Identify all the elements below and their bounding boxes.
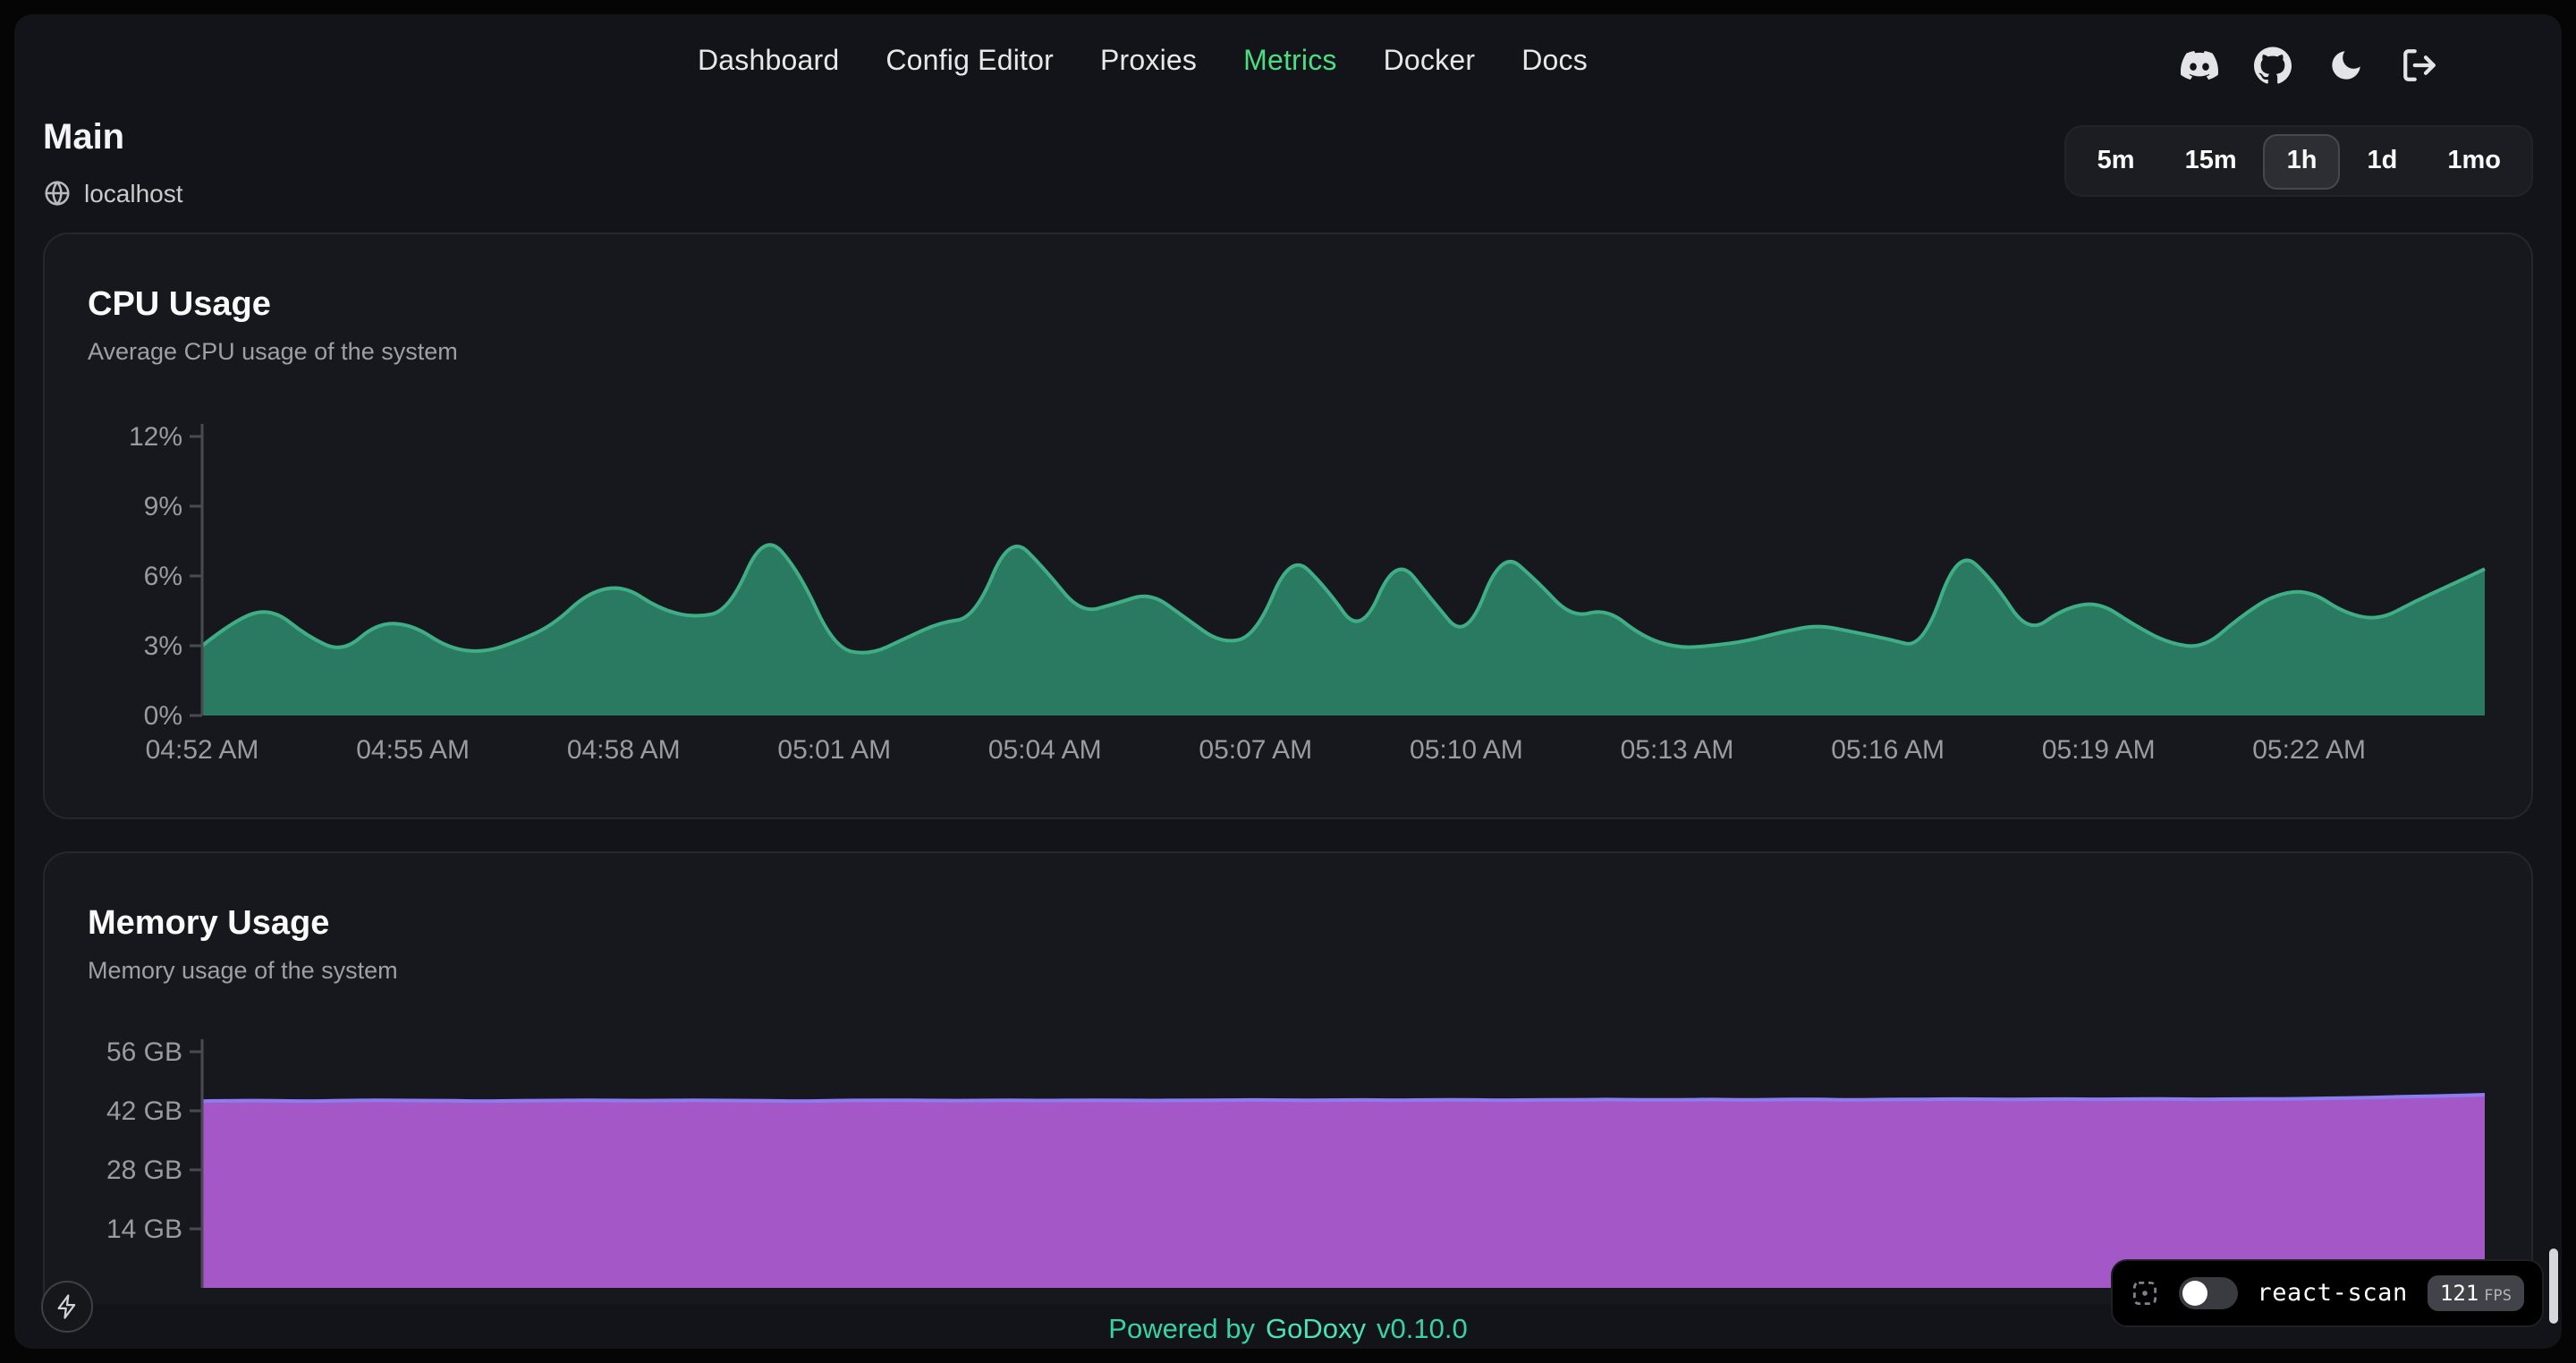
- powered-by-label: Powered by: [1108, 1315, 1255, 1347]
- globe-icon: [43, 179, 72, 207]
- memory-usage-card: Memory Usage Memory usage of the system …: [43, 851, 2533, 1304]
- svg-text:0%: 0%: [144, 701, 182, 731]
- react-scan-label: react-scan: [2257, 1279, 2408, 1308]
- time-range-15m[interactable]: 15m: [2162, 133, 2260, 189]
- memory-chart-area: 14 GB 28 GB 42 GB 56 GB: [88, 1027, 2488, 1288]
- svg-text:05:04 AM: 05:04 AM: [988, 735, 1102, 765]
- main-nav: Dashboard Config Editor Proxies Metrics …: [698, 47, 1588, 79]
- svg-text:3%: 3%: [144, 631, 182, 661]
- react-scan-widget: react-scan 121 FPS: [2110, 1259, 2544, 1327]
- time-range-1d[interactable]: 1d: [2344, 133, 2421, 189]
- dark-mode-toggle-button[interactable]: [2324, 43, 2367, 86]
- svg-text:28 GB: 28 GB: [106, 1156, 182, 1185]
- fps-badge: 121 FPS: [2428, 1275, 2524, 1311]
- godoxy-link[interactable]: GoDoxy: [1266, 1315, 1366, 1347]
- host-label: localhost: [84, 179, 183, 207]
- github-icon: [2253, 46, 2291, 83]
- host-row: localhost: [43, 179, 183, 207]
- time-range-5m[interactable]: 5m: [2074, 133, 2158, 189]
- svg-text:6%: 6%: [144, 562, 182, 591]
- react-scan-toggle[interactable]: [2178, 1277, 2237, 1309]
- cpu-usage-card: CPU Usage Average CPU usage of the syste…: [43, 233, 2533, 819]
- svg-text:14 GB: 14 GB: [106, 1215, 182, 1244]
- fps-value: 121: [2440, 1281, 2479, 1306]
- header-icon-row: [2177, 43, 2440, 86]
- toggle-knob: [2182, 1281, 2207, 1306]
- version-label: v0.10.0: [1377, 1315, 1468, 1347]
- discord-button[interactable]: [2177, 43, 2220, 86]
- fps-unit: FPS: [2484, 1288, 2512, 1306]
- svg-text:05:22 AM: 05:22 AM: [2252, 735, 2366, 765]
- logout-button[interactable]: [2397, 43, 2440, 86]
- nav-item-docker[interactable]: Docker: [1384, 47, 1476, 79]
- lightning-button[interactable]: [41, 1281, 93, 1333]
- svg-text:9%: 9%: [144, 492, 182, 521]
- app-root: Dashboard Config Editor Proxies Metrics …: [0, 0, 2576, 1363]
- nav-item-config-editor[interactable]: Config Editor: [886, 47, 1054, 79]
- svg-text:05:19 AM: 05:19 AM: [2042, 735, 2156, 765]
- svg-text:05:13 AM: 05:13 AM: [1621, 735, 1734, 765]
- svg-text:05:01 AM: 05:01 AM: [777, 735, 891, 765]
- svg-text:12%: 12%: [129, 422, 182, 452]
- svg-text:04:52 AM: 04:52 AM: [146, 735, 259, 765]
- nav-item-docs[interactable]: Docs: [1521, 47, 1588, 79]
- lightning-icon: [54, 1293, 80, 1320]
- cpu-card-subtitle: Average CPU usage of the system: [88, 338, 2488, 365]
- cpu-card-title: CPU Usage: [88, 284, 2488, 326]
- inspect-icon[interactable]: [2130, 1279, 2158, 1308]
- svg-text:05:10 AM: 05:10 AM: [1410, 735, 1523, 765]
- nav-item-proxies[interactable]: Proxies: [1100, 47, 1197, 79]
- time-range-selector: 5m 15m 1h 1d 1mo: [2065, 125, 2533, 197]
- time-range-1mo[interactable]: 1mo: [2424, 133, 2524, 189]
- github-button[interactable]: [2250, 43, 2293, 86]
- memory-card-title: Memory Usage: [88, 903, 2488, 944]
- svg-text:42 GB: 42 GB: [106, 1096, 182, 1126]
- cpu-usage-chart[interactable]: 0% 3% 6% 9% 12% 04:52 AM 04:55 AM 04:58 AM 05:01…: [88, 408, 2492, 766]
- svg-text:05:07 AM: 05:07 AM: [1199, 735, 1312, 765]
- memory-card-subtitle: Memory usage of the system: [88, 957, 2488, 984]
- page-title: Main: [43, 118, 124, 159]
- logout-icon: [2400, 46, 2437, 83]
- time-range-1h[interactable]: 1h: [2264, 133, 2341, 189]
- discord-icon: [2180, 46, 2217, 83]
- svg-text:04:58 AM: 04:58 AM: [567, 735, 681, 765]
- svg-text:56 GB: 56 GB: [106, 1037, 182, 1067]
- scrollbar-thumb[interactable]: [2549, 1249, 2558, 1324]
- memory-usage-chart[interactable]: 14 GB 28 GB 42 GB 56 GB: [88, 1027, 2492, 1288]
- svg-text:04:55 AM: 04:55 AM: [356, 735, 470, 765]
- nav-item-metrics[interactable]: Metrics: [1243, 47, 1337, 79]
- svg-text:05:16 AM: 05:16 AM: [1831, 735, 1945, 765]
- nav-item-dashboard[interactable]: Dashboard: [698, 47, 839, 79]
- page: Dashboard Config Editor Proxies Metrics …: [14, 14, 2562, 1349]
- moon-icon: [2326, 46, 2364, 83]
- cpu-chart-area: 0% 3% 6% 9% 12% 04:52 AM 04:55 AM 04:58 AM 05:01…: [88, 408, 2488, 766]
